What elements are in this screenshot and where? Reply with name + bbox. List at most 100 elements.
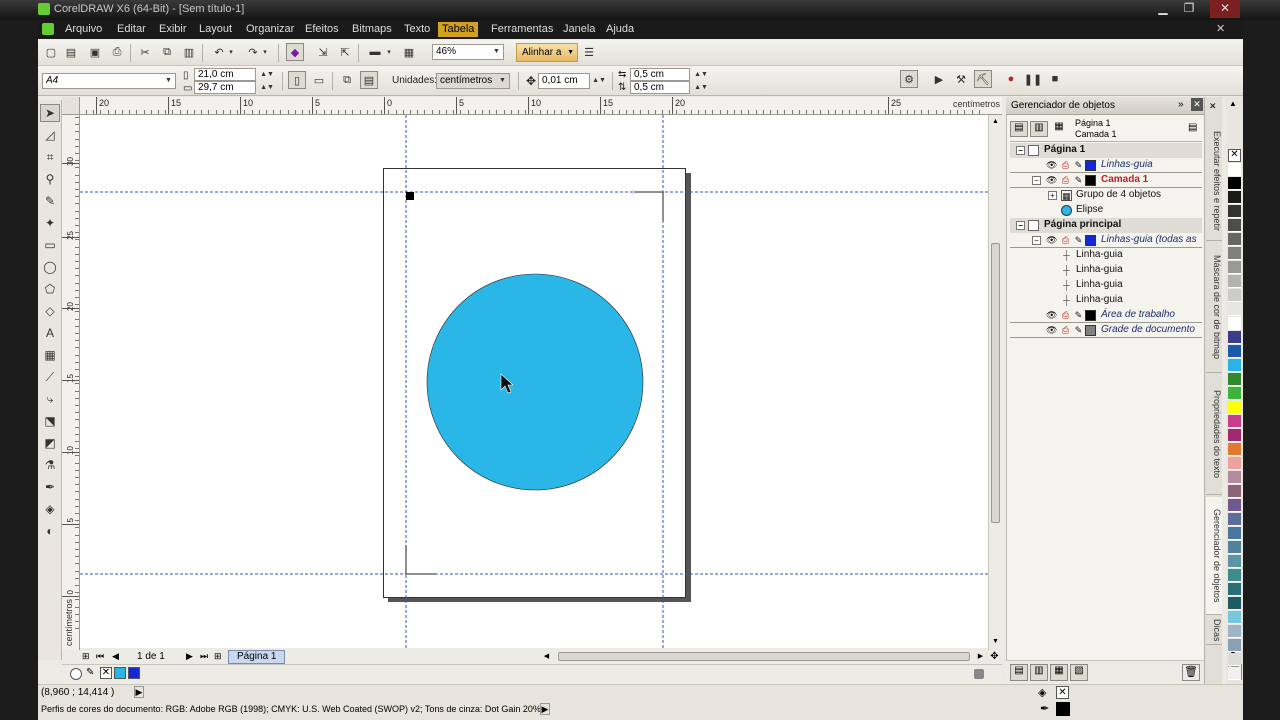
horizontal-scrollbar[interactable]: ◀ ▶ ✥	[540, 650, 1002, 664]
publish-dropdown-icon[interactable]: ▾	[384, 43, 394, 61]
eye-icon[interactable]: 👁	[1046, 175, 1057, 186]
horizontal-ruler[interactable]: centímetros 20 15 10 5 0 5 10 15 20 25	[80, 97, 1002, 115]
docker-close-icon[interactable]: ✕	[1191, 98, 1203, 111]
menu-janela[interactable]: Janela	[563, 23, 595, 35]
palette-swatch[interactable]	[1228, 303, 1241, 316]
options-icon[interactable]: ☰	[580, 43, 598, 61]
palette-swatch[interactable]	[1228, 443, 1241, 456]
print-toggle-icon[interactable]: ⎙	[1060, 160, 1071, 171]
swatch-cyan[interactable]	[114, 667, 126, 679]
landscape-icon[interactable]: ▭	[310, 71, 328, 89]
menu-layout[interactable]: Layout	[199, 23, 232, 35]
macro-manager-icon[interactable]: ⚙	[900, 70, 918, 88]
lock-edit-icon[interactable]: ✎	[1073, 160, 1084, 171]
dup-y-stepper[interactable]: ▲▼	[692, 81, 710, 93]
docker-tab[interactable]: Gerenciador de objetos	[1206, 497, 1222, 615]
palette-no-color-swatch[interactable]: ✕	[1228, 149, 1241, 162]
tree-item-guide[interactable]: ┼ Linha-guia	[1010, 278, 1202, 293]
redo-dropdown-icon[interactable]: ▾	[260, 43, 270, 61]
collapse-icon[interactable]: −	[1032, 236, 1041, 245]
height-stepper[interactable]: ▲▼	[258, 81, 276, 93]
smart-fill-icon[interactable]: ✦	[40, 214, 60, 232]
palette-swatch[interactable]	[1228, 247, 1241, 260]
tree-item-guide[interactable]: ┼ Linha-guia	[1010, 293, 1202, 308]
palette-swatch[interactable]	[1228, 639, 1241, 652]
palette-swatch[interactable]	[1228, 219, 1241, 232]
scroll-right-icon[interactable]: ▶	[974, 650, 987, 663]
search-content-icon[interactable]: ◆	[286, 43, 304, 61]
palette-swatch[interactable]	[1228, 555, 1241, 568]
fill-tool-icon[interactable]: ◈	[40, 500, 60, 518]
connector-tool-icon[interactable]: ⤷	[40, 390, 60, 408]
vertical-scrollbar[interactable]: ▲ ▼	[988, 115, 1002, 650]
menu-editar[interactable]: Editar	[117, 23, 146, 35]
page-tab[interactable]: Página 1	[228, 650, 286, 664]
duplicate-y-field[interactable]: 0,5 cm	[630, 81, 690, 94]
blend-tool-icon[interactable]: ⬔	[40, 412, 60, 430]
palette-swatch[interactable]	[1228, 317, 1241, 330]
palette-options-icon[interactable]	[70, 668, 82, 680]
eye-icon[interactable]: 👁	[1046, 325, 1057, 336]
new-master-odd-icon[interactable]: ▦	[1050, 664, 1068, 681]
lock-edit-icon[interactable]: ✎	[1073, 175, 1084, 186]
docker-tab[interactable]: Executar efeitos e repetir	[1206, 123, 1222, 241]
menu-tabela[interactable]: Tabela	[438, 22, 479, 37]
palette-swatch[interactable]	[1228, 233, 1241, 246]
next-page-icon[interactable]: ▶	[186, 651, 193, 662]
tree-item-layer-italic[interactable]: − 👁 ⎙ ✎ Linhas-guia (todas as	[1010, 233, 1202, 248]
ellipse-object[interactable]	[426, 273, 644, 491]
zoom-combo[interactable]: 46% ▼	[432, 44, 504, 60]
lock-edit-icon[interactable]: ✎	[1073, 310, 1084, 321]
lock-edit-icon[interactable]: ✎	[1073, 235, 1084, 246]
palette-swatch[interactable]	[1228, 275, 1241, 288]
eyedropper-icon[interactable]: ✎	[86, 667, 94, 678]
crop-tool-icon[interactable]: ⌗	[40, 148, 60, 166]
scroll-up-icon[interactable]: ▲	[989, 115, 1002, 128]
menu-ajuda[interactable]: Ajuda	[606, 23, 634, 35]
palette-swatch[interactable]	[1228, 401, 1241, 414]
docker-tab[interactable]: Máscara de cor de bitmap	[1206, 243, 1222, 373]
menu-efeitos[interactable]: Efeitos	[305, 23, 339, 35]
tree-item-layer-italic[interactable]: 👁 ⎙ ✎ Área de trabalho	[1010, 308, 1202, 323]
menu-texto[interactable]: Texto	[404, 23, 430, 35]
palette-swatch[interactable]	[1228, 191, 1241, 204]
palette-swatch[interactable]	[1228, 163, 1241, 176]
outline-tool-icon[interactable]: ✒	[40, 478, 60, 496]
tree-item-page[interactable]: − Página principal	[1010, 218, 1202, 233]
zoom-tool-icon[interactable]: ⚲	[40, 170, 60, 188]
palette-swatch[interactable]	[1228, 611, 1241, 624]
new-master-layer-icon[interactable]: ▥	[1030, 664, 1048, 681]
duplicate-x-field[interactable]: 0,5 cm	[630, 68, 690, 81]
shape-tool-icon[interactable]: ◿	[40, 126, 60, 144]
palette-swatch[interactable]	[1228, 289, 1241, 302]
cut-icon[interactable]: ✂	[136, 43, 154, 61]
palette-swatch[interactable]	[1228, 359, 1241, 372]
palette-swatch[interactable]	[1228, 527, 1241, 540]
units-combo[interactable]: centímetros ▼	[436, 73, 510, 89]
status-expand-icon[interactable]: ▶	[134, 686, 144, 698]
no-color-swatch[interactable]: ✕	[100, 667, 112, 679]
palette-swatch[interactable]	[1228, 583, 1241, 596]
show-properties-icon[interactable]: ▤	[1010, 121, 1028, 137]
dup-x-stepper[interactable]: ▲▼	[692, 68, 710, 80]
eyedropper-tool-icon[interactable]: ⚗	[40, 456, 60, 474]
palette-swatch[interactable]	[1228, 457, 1241, 470]
delete-icon[interactable]: 🗑	[1182, 664, 1200, 681]
pick-tool-icon[interactable]: ➤	[40, 104, 60, 122]
print-toggle-icon[interactable]: ⎙	[1060, 325, 1071, 336]
palette-swatch[interactable]	[1228, 345, 1241, 358]
menu-ferramentas[interactable]: Ferramentas	[491, 23, 553, 35]
palette-swatch[interactable]	[1228, 625, 1241, 638]
fill-none-swatch[interactable]: ✕	[1056, 686, 1069, 699]
app-menu-icon[interactable]	[42, 23, 54, 35]
table-tool-icon[interactable]: ▦	[40, 346, 60, 364]
new-document-icon[interactable]: ▢	[42, 43, 60, 61]
lock-edit-icon[interactable]: ✎	[1073, 325, 1084, 336]
palette-menu-icon[interactable]	[974, 669, 984, 679]
rectangle-tool-icon[interactable]: ▭	[40, 236, 60, 254]
publish-pdf-icon[interactable]: ▬	[366, 43, 384, 61]
palette-swatch[interactable]	[1228, 513, 1241, 526]
scroll-left-icon[interactable]: ◀	[540, 650, 553, 663]
nudge-field[interactable]: 0,01 cm	[538, 73, 590, 89]
drawing-canvas[interactable]	[80, 115, 988, 648]
